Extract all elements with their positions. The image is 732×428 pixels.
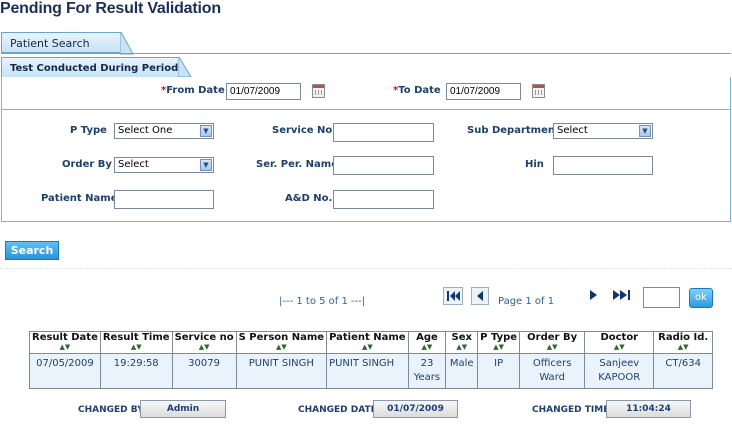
page-number-input[interactable] bbox=[643, 287, 680, 308]
changed-by-value: Admin bbox=[140, 400, 226, 418]
calendar-icon[interactable] bbox=[312, 84, 325, 98]
to-date-label: *To Date bbox=[393, 85, 441, 96]
cell-doctor: Sanjeev KAPOOR bbox=[584, 353, 655, 389]
sort-arrows-icon[interactable]: ▲▼ bbox=[32, 344, 98, 351]
sort-arrows-icon[interactable]: ▲▼ bbox=[329, 344, 406, 351]
sort-arrows-icon[interactable]: ▲▼ bbox=[522, 344, 582, 351]
sub-department-select[interactable]: Select ▼ bbox=[553, 123, 653, 139]
last-page-icon[interactable] bbox=[612, 288, 634, 302]
cell-radio-id: CT/634 bbox=[653, 353, 713, 389]
cell-order-by: Officers Ward bbox=[519, 353, 586, 389]
ser-per-name-input[interactable] bbox=[333, 156, 434, 175]
patient-name-label: Patient Name bbox=[41, 193, 118, 204]
page-indicator: Page 1 of 1 bbox=[498, 296, 555, 307]
sort-arrows-icon[interactable]: ▲▼ bbox=[587, 344, 651, 351]
from-date-input[interactable] bbox=[226, 83, 301, 100]
order-by-line1: Officers bbox=[532, 358, 572, 369]
col-doctor[interactable]: Doctor ▲▼ bbox=[584, 331, 655, 354]
changed-by-label: CHANGED BY bbox=[78, 405, 144, 415]
chevron-down-icon: ▼ bbox=[639, 125, 651, 137]
cell-sex: Male bbox=[445, 353, 479, 389]
col-sex[interactable]: Sex ▲▼ bbox=[445, 331, 479, 354]
changed-time-label: CHANGED TIME bbox=[532, 405, 610, 415]
tab-baseline bbox=[1, 53, 731, 54]
order-by-line2: Ward bbox=[539, 372, 565, 383]
sort-arrows-icon[interactable]: ▲▼ bbox=[656, 344, 710, 351]
divider bbox=[0, 268, 732, 269]
tab-test-period-notch bbox=[178, 57, 192, 78]
doctor-line1: Sanjeev bbox=[599, 358, 640, 369]
period-panel bbox=[1, 77, 731, 110]
changed-time-value: 11:04:24 bbox=[606, 400, 691, 418]
changed-date-label: CHANGED DATE bbox=[298, 405, 377, 415]
table-header-row: Result Date ▲▼ Result Time ▲▼ Service no ▲▼… bbox=[29, 331, 713, 354]
ser-per-name-label: Ser. Per. Name bbox=[256, 159, 338, 170]
service-no-input[interactable] bbox=[333, 123, 434, 142]
p-type-label: P Type bbox=[70, 125, 107, 136]
cell-service-no: 30079 bbox=[171, 353, 237, 389]
page-title: Pending For Result Validation bbox=[0, 0, 221, 17]
doctor-line2: KAPOOR bbox=[598, 372, 641, 383]
changed-date-value: 01/07/2009 bbox=[373, 400, 458, 418]
col-p-type[interactable]: P Type ▲▼ bbox=[477, 331, 521, 354]
tab-test-period[interactable]: Test Conducted During Period bbox=[1, 57, 179, 78]
search-button[interactable]: Search bbox=[5, 241, 59, 260]
to-date-input[interactable] bbox=[446, 83, 521, 100]
cell-s-person-name: PUNIT SINGH bbox=[235, 353, 328, 389]
sort-arrows-icon[interactable]: ▲▼ bbox=[480, 344, 517, 351]
ad-no-input[interactable] bbox=[333, 190, 434, 209]
age-value: 23 bbox=[420, 358, 434, 369]
chevron-down-icon: ▼ bbox=[200, 159, 212, 171]
order-by-label: Order By bbox=[62, 159, 112, 170]
sort-arrows-icon[interactable]: ▲▼ bbox=[239, 344, 324, 351]
service-no-label: Service No. bbox=[272, 125, 337, 136]
tab-patient-search[interactable]: Patient Search bbox=[1, 32, 121, 53]
age-unit: Years bbox=[413, 372, 441, 383]
from-date-label: *From Date bbox=[161, 85, 225, 96]
tab-patient-search-notch bbox=[120, 32, 134, 55]
patient-name-input[interactable] bbox=[114, 190, 214, 209]
ad-no-label: A&D No. bbox=[285, 193, 333, 204]
ok-button[interactable]: ok bbox=[689, 288, 713, 308]
col-result-time[interactable]: Result Time ▲▼ bbox=[99, 331, 173, 354]
order-by-select[interactable]: Select ▼ bbox=[114, 157, 214, 173]
hin-label: Hin bbox=[525, 159, 544, 170]
sub-department-label: Sub Department bbox=[467, 125, 560, 136]
col-s-person-name[interactable]: S Person Name ▲▼ bbox=[235, 331, 328, 354]
col-age[interactable]: Age ▲▼ bbox=[407, 331, 447, 354]
cell-patient-name: PUNIT SINGH bbox=[326, 353, 409, 389]
sort-arrows-icon[interactable]: ▲▼ bbox=[103, 344, 170, 351]
sort-arrows-icon[interactable]: ▲▼ bbox=[175, 344, 234, 351]
record-range: |--- 1 to 5 of 1 ---| bbox=[279, 296, 366, 307]
results-table: Result Date ▲▼ Result Time ▲▼ Service no ▲▼… bbox=[29, 331, 713, 389]
hin-input[interactable] bbox=[553, 156, 653, 175]
cell-p-type: IP bbox=[477, 353, 521, 389]
calendar-icon[interactable] bbox=[532, 84, 545, 98]
next-page-icon[interactable] bbox=[588, 288, 600, 302]
cell-result-time: 19:29:58 bbox=[99, 353, 173, 389]
chevron-down-icon: ▼ bbox=[200, 125, 212, 137]
col-order-by[interactable]: Order By ▲▼ bbox=[519, 331, 586, 354]
first-page-icon[interactable] bbox=[443, 287, 463, 305]
cell-age: 23 Years bbox=[407, 353, 447, 389]
col-radio-id[interactable]: Radio Id. ▲▼ bbox=[653, 331, 713, 354]
sort-arrows-icon[interactable]: ▲▼ bbox=[448, 344, 475, 351]
col-service-no[interactable]: Service no ▲▼ bbox=[171, 331, 237, 354]
cell-result-date: 07/05/2009 bbox=[29, 353, 101, 389]
table-row[interactable]: 07/05/2009 19:29:58 30079 PUNIT SINGH PU… bbox=[29, 353, 713, 389]
col-patient-name[interactable]: Patient Name ▲▼ bbox=[326, 331, 409, 354]
prev-page-icon[interactable] bbox=[471, 287, 489, 305]
sort-arrows-icon[interactable]: ▲▼ bbox=[411, 344, 444, 351]
col-result-date[interactable]: Result Date ▲▼ bbox=[29, 331, 101, 354]
p-type-select[interactable]: Select One ▼ bbox=[114, 123, 214, 139]
